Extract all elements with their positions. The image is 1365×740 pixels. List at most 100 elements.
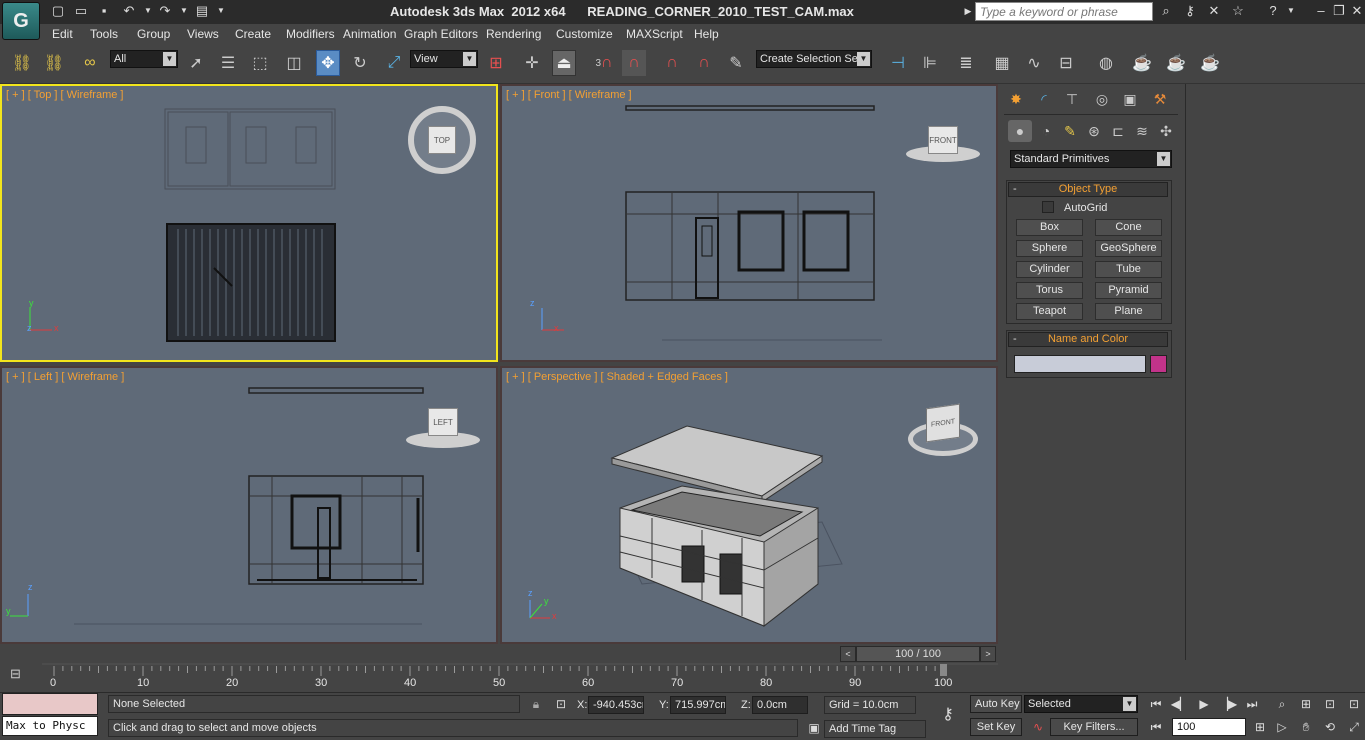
menu-views[interactable]: Views [187,27,219,41]
select-and-link-icon[interactable]: ⛓ [10,50,34,76]
snaps-toggle-icon[interactable]: 3 ∩ [592,50,616,76]
minimize-icon[interactable]: – [1314,4,1328,18]
box-button[interactable]: Box [1016,219,1083,236]
object-name-input[interactable] [1014,355,1146,373]
teapot-button[interactable]: Teapot [1016,303,1083,320]
go-to-start-icon[interactable]: ⏮ [1146,697,1166,715]
quick-access-dropdown-icon[interactable]: ▼ [213,3,229,19]
pivot-center-icon[interactable]: ⊞ [484,50,508,76]
key-mode-toggle-icon[interactable]: ⏮ [1146,720,1166,738]
material-editor-icon[interactable]: ◍ [1094,50,1118,76]
pan-view-icon[interactable]: ✋︎ [1296,720,1316,738]
curve-editor-icon[interactable]: ∿ [1022,50,1046,76]
communication-center-icon[interactable]: ✕ [1206,3,1222,19]
render-production-icon[interactable]: ☕ [1198,50,1222,76]
y-coordinate-input[interactable]: 715.997cm [670,696,726,714]
percent-snap-icon[interactable]: ∩ [660,50,684,76]
selection-lock-icon[interactable]: 🔒︎ [526,697,546,715]
maxscript-listener-pink[interactable] [2,693,98,715]
select-and-scale-icon[interactable]: ⤢ [382,50,406,76]
time-configuration-icon[interactable]: ⊞ [1250,720,1270,738]
redo-dropdown-icon[interactable]: ▼ [176,3,192,19]
utilities-tab-icon[interactable]: ⚒ [1148,88,1172,110]
viewport-top[interactable]: [ + ] [ Top ] [ Wireframe ] y x z TOP [0,84,498,362]
viewport-perspective[interactable]: [ + ] [ Perspective ] [ Shaded + Edged F… [500,366,998,644]
edit-named-selection-icon[interactable]: ✎ [724,50,748,76]
modify-tab-icon[interactable]: ◜ [1032,88,1056,110]
schematic-view-icon[interactable]: ⊟ [1054,50,1078,76]
new-file-icon[interactable]: ▢ [50,3,66,19]
primitive-category-dropdown[interactable]: Standard Primitives ▼ [1010,150,1172,168]
binoculars-icon[interactable]: ⌕ [1158,3,1174,19]
menu-customize[interactable]: Customize [556,27,613,41]
geometry-icon[interactable]: ● [1008,120,1032,142]
reference-coordinate-dropdown[interactable]: View ▼ [410,50,478,68]
helpers-icon[interactable]: ⊏ [1106,120,1130,142]
redo-icon[interactable]: ↷ [157,3,173,19]
cone-button[interactable]: Cone [1095,219,1162,236]
key-filters-button[interactable]: Key Filters... [1050,718,1138,736]
play-icon[interactable]: ▶ [1194,697,1214,715]
viewcube-compass[interactable]: TOP [408,106,476,174]
object-type-rollout-header[interactable]: - Object Type [1008,182,1168,197]
go-to-end-icon[interactable]: ⏭ [1242,697,1262,715]
menu-group[interactable]: Group [137,27,170,41]
viewcube-perspective[interactable]: FRONT [926,403,960,443]
lights-icon[interactable]: ✎ [1058,120,1082,142]
maximize-viewport-icon[interactable]: ⤢ [1344,720,1364,738]
autogrid-checkbox[interactable] [1042,201,1054,213]
pyramid-button[interactable]: Pyramid [1095,282,1162,299]
subscription-key-icon[interactable]: ⚷ [1182,3,1198,19]
current-frame-input[interactable]: 100 [1172,718,1246,736]
viewcube-left-face[interactable]: LEFT [428,408,458,436]
tube-button[interactable]: Tube [1095,261,1162,278]
application-button[interactable]: G [2,2,40,40]
absolute-mode-icon[interactable]: ⊡ [551,697,571,715]
viewcube-top-face[interactable]: TOP [428,126,456,154]
maxscript-listener-input[interactable]: Max to Physc [2,716,98,736]
keyboard-shortcut-override-icon[interactable]: ⏏ [552,50,576,76]
torus-button[interactable]: Torus [1016,282,1083,299]
next-frame-icon[interactable]: ▕▶ [1218,697,1238,715]
undo-icon[interactable]: ↶ [121,3,137,19]
object-color-swatch[interactable] [1150,355,1167,373]
menu-create[interactable]: Create [235,27,271,41]
render-setup-icon[interactable]: ☕ [1130,50,1154,76]
previous-frame-icon[interactable]: ◀▏ [1170,697,1190,715]
rectangular-selection-icon[interactable]: ⬚ [248,50,272,76]
search-input[interactable]: Type a keyword or phrase [975,2,1153,21]
set-key-button[interactable]: Set Key [970,718,1022,736]
default-in-out-tangent-icon[interactable]: ∿ [1028,720,1048,738]
viewport-front[interactable]: [ + ] [ Front ] [ Wireframe ] z x FRONT [500,84,998,362]
orbit-icon[interactable]: ⟲ [1320,720,1340,738]
plane-button[interactable]: Plane [1095,303,1162,320]
selection-filter-dropdown[interactable]: All ▼ [110,50,178,68]
cylinder-button[interactable]: Cylinder [1016,261,1083,278]
rendered-frame-window-icon[interactable]: ☕ [1164,50,1188,76]
time-tag-icon[interactable]: ▣ [804,721,824,739]
track-bar[interactable]: ⊟ 0 10 20 30 40 50 60 70 80 90 100 [0,662,1000,692]
hierarchy-tab-icon[interactable]: ⊤ [1060,88,1084,110]
menu-tools[interactable]: Tools [90,27,118,41]
unlink-selection-icon[interactable]: ⛓ [42,50,66,76]
zoom-all-icon[interactable]: ⊞ [1296,697,1316,715]
time-next-icon[interactable]: > [980,646,996,662]
named-selection-sets-dropdown[interactable]: Create Selection Se ▼ [756,50,872,68]
motion-tab-icon[interactable]: ◎ [1090,88,1114,110]
menu-maxscript[interactable]: MAXScript [626,27,683,41]
geosphere-button[interactable]: GeoSphere [1095,240,1162,257]
systems-icon[interactable]: ✣ [1154,120,1178,142]
x-coordinate-input[interactable]: -940.453cm [588,696,644,714]
zoom-extents-all-icon[interactable]: ⊡ [1344,697,1364,715]
time-slider[interactable]: 100 / 100 [856,646,980,662]
space-warps-icon[interactable]: ≋ [1130,120,1154,142]
help-icon[interactable]: ? [1265,3,1281,19]
align-icon[interactable]: ⊫ [918,50,942,76]
cameras-icon[interactable]: ⊛ [1082,120,1106,142]
bind-to-space-warp-icon[interactable]: ∞ [78,50,102,76]
select-object-icon[interactable]: ➚ [184,50,208,76]
select-by-name-icon[interactable]: ☰ [216,50,240,76]
field-of-view-icon[interactable]: ▷ [1272,720,1292,738]
shapes-icon[interactable]: ◔ [1034,120,1058,142]
select-and-manipulate-icon[interactable]: ✛ [520,50,544,76]
